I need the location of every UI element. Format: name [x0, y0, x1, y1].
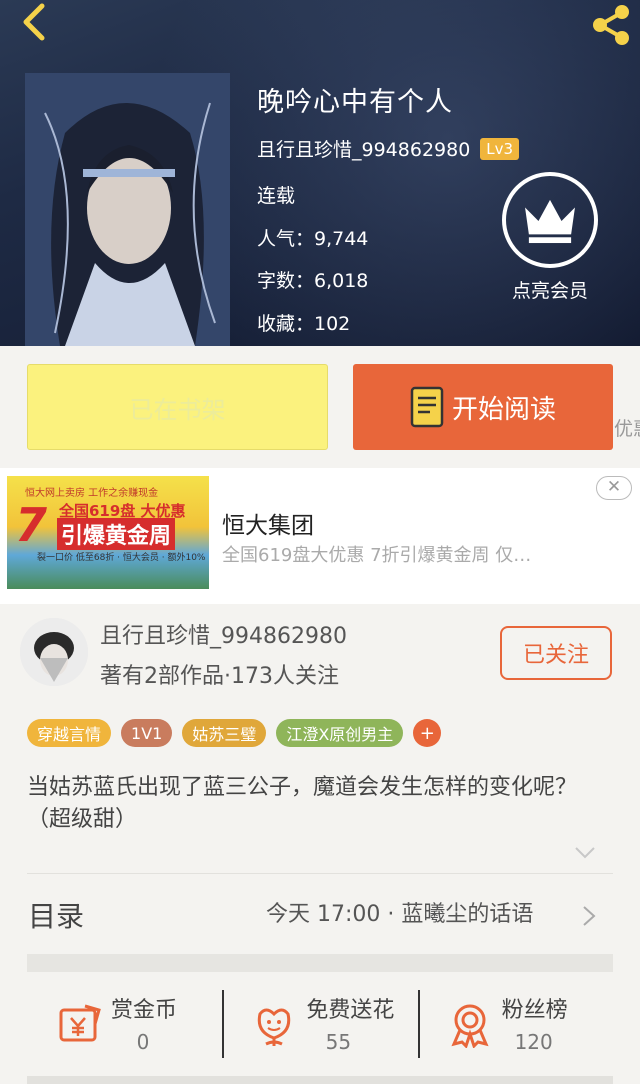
more-tags-button[interactable]: +: [413, 719, 442, 747]
ad-image-big: 7: [15, 498, 48, 552]
chevron-down-icon[interactable]: [574, 846, 596, 860]
flower-icon: [258, 1008, 291, 1046]
offscreen-text: 优惠: [614, 418, 640, 440]
chevron-left-icon: [23, 3, 45, 41]
ad-title[interactable]: 恒大集团: [222, 506, 314, 540]
ad-description[interactable]: 全国619盘大优惠 7折引爆黄金周 仅…: [222, 541, 592, 567]
send-flower-button[interactable]: 免费送花 55: [222, 972, 417, 1076]
send-flower-label: 免费送花: [306, 998, 395, 1023]
toc-latest-chapter[interactable]: 今天 17:00 · 蓝曦尘的话语: [266, 896, 533, 928]
start-reading-button[interactable]: 开始阅读: [353, 364, 613, 450]
tag-item[interactable]: 姑苏三璧: [182, 719, 267, 747]
reward-coin-button[interactable]: 赏金币 0: [27, 972, 222, 1076]
crown-icon: [525, 199, 575, 244]
follow-button[interactable]: 已关注: [500, 626, 612, 680]
fan-rank-icon: [451, 1004, 489, 1048]
book-status: 连载: [257, 185, 296, 207]
reward-coin-value: 0: [136, 1030, 150, 1054]
avatar-image: [20, 618, 88, 686]
fan-rank-label: 粉丝榜: [501, 998, 568, 1023]
ad-banner[interactable]: 恒大网上卖房 工作之余赚现金 7 全国619盘 大优惠 引爆黄金周 裂一口价 低…: [0, 468, 640, 604]
book-favorites: 收藏：102: [257, 313, 351, 335]
book-description: 当姑苏蓝氏出现了蓝三公子，魔道会发生怎样的变化呢？（超级甜）: [27, 775, 578, 832]
ad-close-button[interactable]: ✕: [596, 476, 632, 500]
book-cover[interactable]: [25, 73, 230, 346]
divider: [27, 873, 613, 874]
book-icon: [410, 386, 444, 428]
share-icon: [593, 5, 629, 45]
bottom-separator: [27, 1076, 613, 1084]
bottom-actions: 赏金币 0 免费送花 55 粉丝榜 120: [27, 972, 613, 1076]
tag-list: 穿越言情 1V1 姑苏三璧 江澄X原创男主 +: [27, 719, 442, 747]
fan-rank-button[interactable]: 粉丝榜 120: [417, 972, 613, 1076]
author-avatar[interactable]: [20, 618, 88, 686]
vip-membership-button[interactable]: 点亮会员: [500, 172, 600, 303]
tag-item[interactable]: 江澄X原创男主: [276, 719, 404, 747]
author-name[interactable]: 且行且珍惜_994862980: [100, 618, 347, 650]
share-button[interactable]: [588, 2, 634, 48]
cover-illustration: [25, 73, 230, 346]
ad-image[interactable]: 恒大网上卖房 工作之余赚现金 7 全国619盘 大优惠 引爆黄金周 裂一口价 低…: [7, 476, 209, 589]
reward-coin-icon: [59, 1004, 101, 1042]
vip-circle: [502, 172, 598, 268]
ad-image-subtext: 裂一口价 低至68折 · 恒大会员 · 额外10%: [37, 553, 206, 563]
fan-rank-value: 120: [514, 1030, 553, 1054]
chevron-right-icon[interactable]: [582, 905, 596, 927]
back-button[interactable]: [12, 0, 56, 44]
tag-item[interactable]: 穿越言情: [27, 719, 112, 747]
book-word-count: 字数：6,018: [257, 270, 369, 292]
send-flower-value: 55: [325, 1030, 352, 1054]
book-author-line: 且行且珍惜_994862980 Lv3: [257, 135, 520, 162]
in-shelf-button[interactable]: 已在书架: [27, 364, 328, 450]
ad-image-text: 恒大网上卖房 工作之余赚现金: [25, 488, 159, 499]
reward-coin-label: 赏金币: [111, 998, 178, 1023]
book-header: 晚吟心中有个人 且行且珍惜_994862980 Lv3 连载 人气：9,744 …: [0, 0, 640, 346]
author-info: 著有2部作品·173人关注: [100, 664, 339, 689]
section-separator: [27, 954, 613, 972]
book-title: 晚吟心中有个人: [257, 87, 453, 118]
toc-label[interactable]: 目录: [28, 895, 84, 935]
book-author[interactable]: 且行且珍惜_994862980: [257, 135, 470, 162]
vip-label: 点亮会员: [511, 280, 588, 302]
start-reading-label: 开始阅读: [451, 394, 556, 425]
level-badge: Lv3: [480, 137, 520, 160]
ad-image-slogan: 引爆黄金周: [57, 518, 176, 550]
book-popularity: 人气：9,744: [257, 228, 369, 250]
tag-item[interactable]: 1V1: [121, 719, 173, 747]
